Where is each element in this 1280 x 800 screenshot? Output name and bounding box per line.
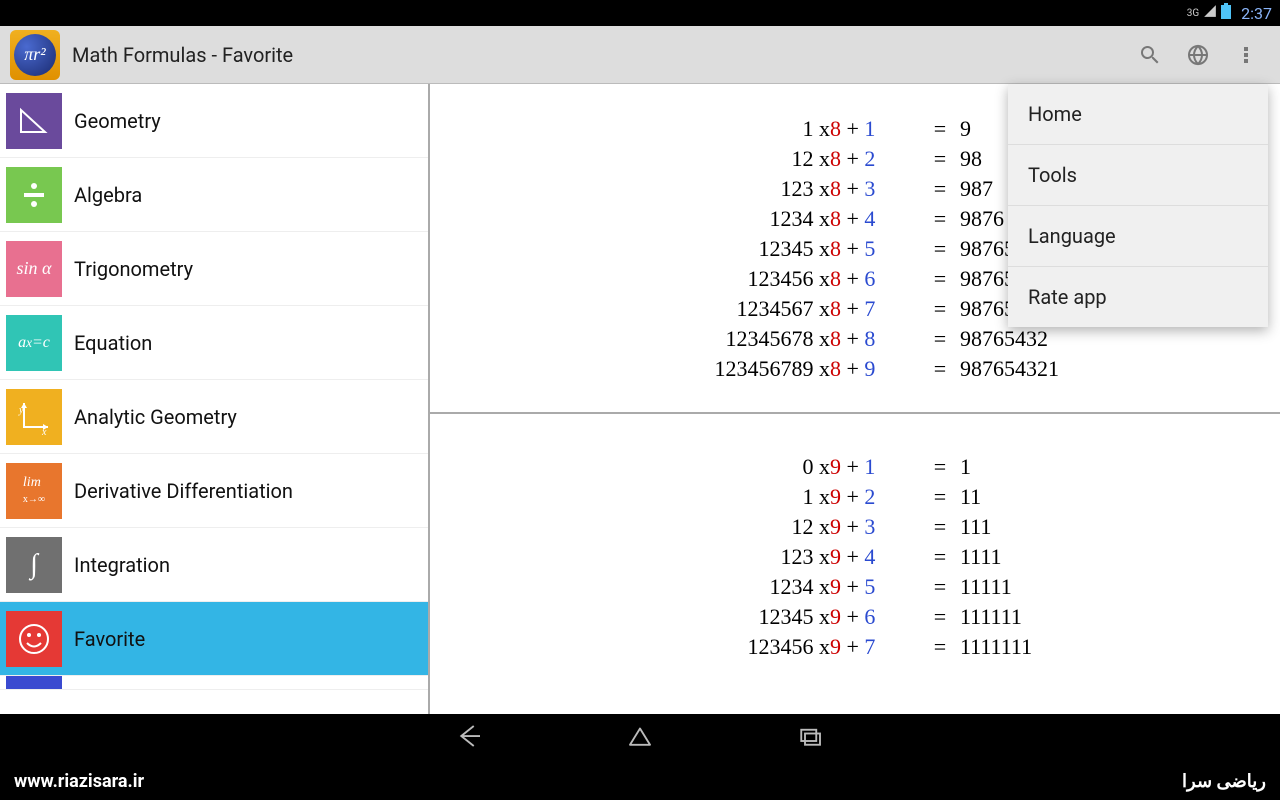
formula-row: 12345 x 9 + 6=111111	[430, 602, 1280, 632]
clock: 2:37	[1241, 4, 1272, 23]
sidebar-item-trigonometry[interactable]: sin α Trigonometry	[0, 232, 428, 306]
divider	[430, 412, 1280, 414]
formula-row: 123456789 x 8 + 9=987654321	[430, 354, 1280, 384]
overflow-menu-button[interactable]	[1222, 31, 1270, 79]
sin-icon: sin α	[6, 241, 62, 297]
sidebar-item-favorite[interactable]: Favorite	[0, 602, 428, 676]
back-button[interactable]	[455, 721, 485, 755]
divide-icon	[6, 167, 62, 223]
status-bar: 3G 2:37	[0, 0, 1280, 26]
formula-row: 123456 x 9 + 7=1111111	[430, 632, 1280, 662]
menu-item-rate[interactable]: Rate app	[1008, 267, 1268, 327]
home-button[interactable]	[625, 721, 655, 755]
sidebar-item-label: Derivative Differentiation	[74, 479, 293, 503]
formula-row: 1 x 9 + 2=11	[430, 482, 1280, 512]
sidebar-item-label: Analytic Geometry	[74, 405, 237, 429]
app-icon[interactable]: πr²	[10, 30, 60, 80]
svg-text:x: x	[41, 427, 47, 435]
extra-icon	[6, 676, 62, 690]
formula-row: 0 x 9 + 1=1	[430, 452, 1280, 482]
sidebar-item-more[interactable]	[0, 676, 428, 690]
integral-icon: ∫	[6, 537, 62, 593]
formula-block-2: 0 x 9 + 1=11 x 9 + 2=1112 x 9 + 3=111123…	[430, 422, 1280, 682]
sidebar-item-label: Integration	[74, 553, 170, 577]
battery-icon	[1221, 3, 1231, 23]
android-nav-bar	[0, 714, 1280, 762]
limit-icon: limx→∞	[6, 463, 62, 519]
footer-brand: ریاضی سرا	[1182, 771, 1266, 792]
action-bar: πr² Math Formulas - Favorite	[0, 26, 1280, 84]
menu-item-language[interactable]: Language	[1008, 206, 1268, 267]
graph-axis-icon: yx	[6, 389, 62, 445]
globe-button[interactable]	[1174, 31, 1222, 79]
network-icon: 3G	[1187, 8, 1199, 19]
recent-button[interactable]	[795, 721, 825, 755]
sidebar-item-algebra[interactable]: Algebra	[0, 158, 428, 232]
smile-icon	[6, 611, 62, 667]
sidebar-item-label: Algebra	[74, 183, 142, 207]
page-title: Math Formulas - Favorite	[72, 43, 1126, 67]
formula-row: 12345678 x 8 + 8=98765432	[430, 324, 1280, 354]
sidebar-item-integration[interactable]: ∫ Integration	[0, 528, 428, 602]
page-footer: www.riazisara.ir ریاضی سرا	[0, 762, 1280, 800]
sidebar-item-label: Equation	[74, 331, 152, 355]
sidebar-item-label: Favorite	[74, 627, 145, 651]
triangle-icon	[6, 93, 62, 149]
formula-row: 1234 x 9 + 5=11111	[430, 572, 1280, 602]
search-button[interactable]	[1126, 31, 1174, 79]
equation-icon: ax=c	[6, 315, 62, 371]
sidebar: Geometry Algebra sin α Trigonometry ax=c…	[0, 84, 430, 714]
signal-icon	[1203, 4, 1217, 22]
formula-row: 123 x 9 + 4=1111	[430, 542, 1280, 572]
menu-item-tools[interactable]: Tools	[1008, 145, 1268, 206]
overflow-menu: Home Tools Language Rate app	[1008, 84, 1268, 327]
sidebar-item-equation[interactable]: ax=c Equation	[0, 306, 428, 380]
sidebar-item-label: Geometry	[74, 109, 161, 133]
sidebar-item-analytic[interactable]: yx Analytic Geometry	[0, 380, 428, 454]
menu-item-home[interactable]: Home	[1008, 84, 1268, 145]
sidebar-item-derivative[interactable]: limx→∞ Derivative Differentiation	[0, 454, 428, 528]
footer-url: www.riazisara.ir	[14, 771, 144, 792]
formula-row: 12 x 9 + 3=111	[430, 512, 1280, 542]
svg-text:y: y	[18, 405, 24, 416]
sidebar-item-geometry[interactable]: Geometry	[0, 84, 428, 158]
sidebar-item-label: Trigonometry	[74, 257, 193, 281]
